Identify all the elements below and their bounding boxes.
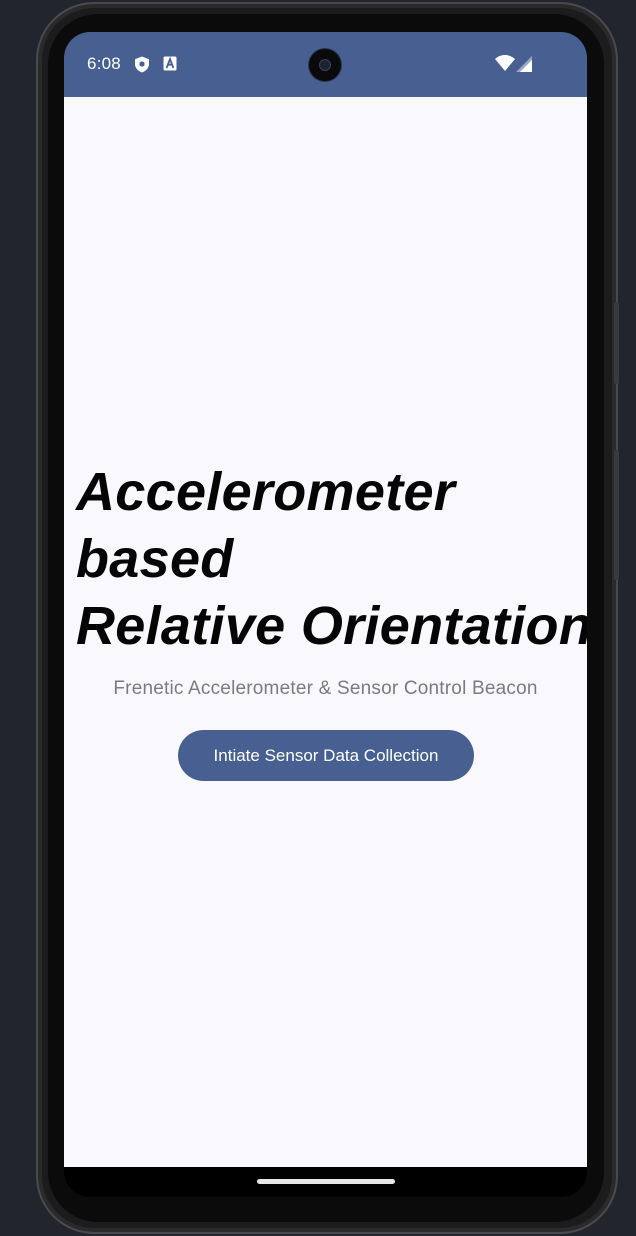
initiate-collection-button[interactable]: Intiate Sensor Data Collection bbox=[178, 730, 474, 781]
title-line: Relative Orientation bbox=[76, 596, 587, 656]
wifi-icon bbox=[495, 55, 515, 75]
device-screen: 6:08 Accelerometer based Relative Orient… bbox=[64, 32, 587, 1197]
volume-button bbox=[614, 450, 619, 580]
title-line: based bbox=[76, 529, 234, 589]
app-subtitle: Frenetic Accelerometer & Sensor Control … bbox=[113, 678, 538, 699]
status-time: 6:08 bbox=[87, 54, 121, 73]
font-a-icon bbox=[163, 56, 177, 75]
page-title: Accelerometer based Relative Orientation bbox=[76, 459, 587, 660]
power-button bbox=[614, 302, 619, 384]
camera-lens bbox=[320, 60, 330, 70]
shield-icon bbox=[134, 56, 150, 77]
home-indicator[interactable] bbox=[257, 1179, 395, 1184]
status-bar: 6:08 bbox=[64, 32, 587, 97]
app-content: Accelerometer based Relative Orientation… bbox=[64, 97, 587, 1167]
front-camera bbox=[309, 49, 341, 81]
title-line: Accelerometer bbox=[76, 462, 456, 522]
signal-icon bbox=[516, 56, 532, 76]
emulator-stage: 6:08 Accelerometer based Relative Orient… bbox=[0, 0, 636, 1236]
gesture-nav-bar bbox=[64, 1167, 587, 1197]
